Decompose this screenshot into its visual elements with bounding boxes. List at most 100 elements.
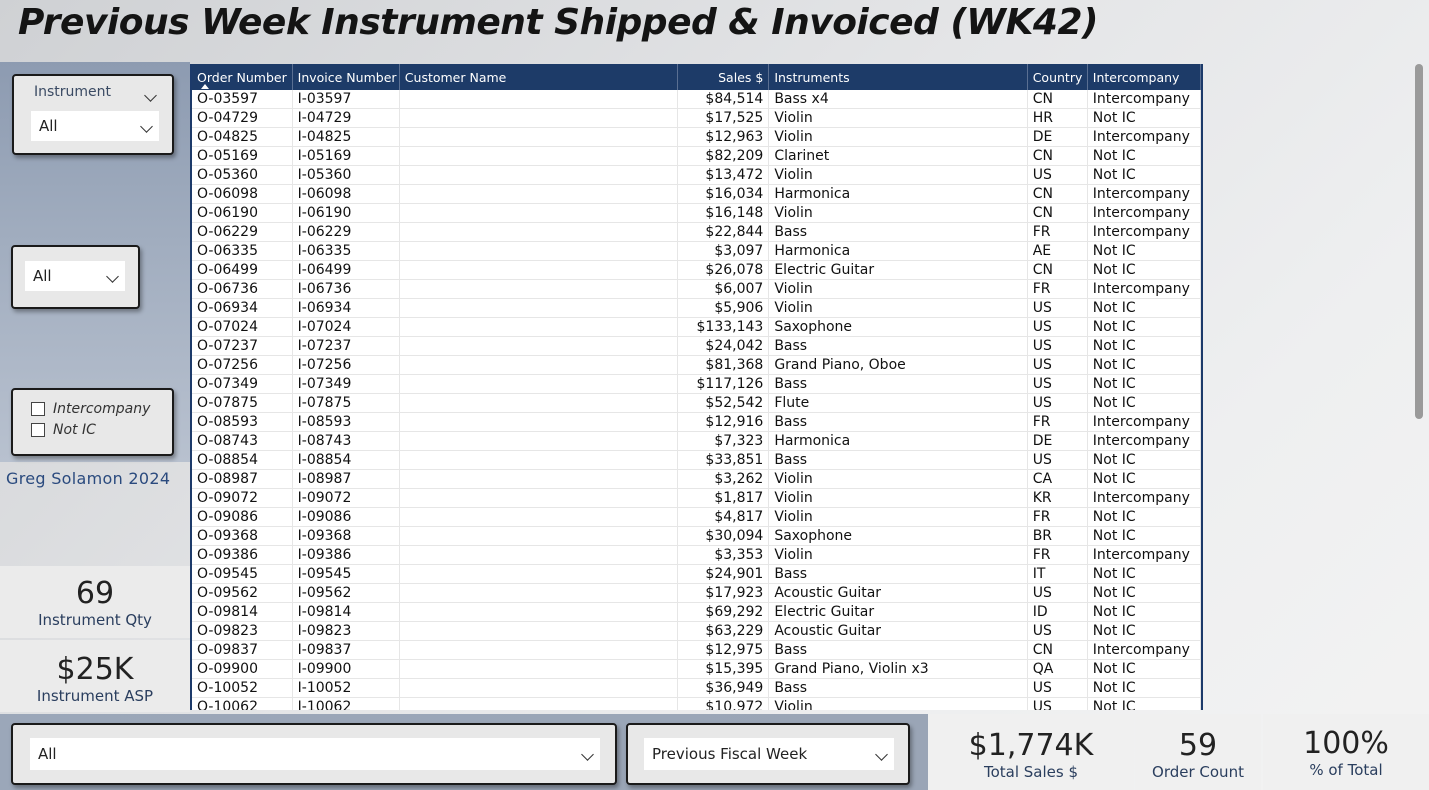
cell-instruments: Bass (768, 336, 1028, 356)
checkbox-icon[interactable] (31, 402, 45, 416)
cell-country: US (1027, 355, 1088, 375)
column-header-sales[interactable]: Sales $ (677, 64, 770, 90)
scrollbar-thumb[interactable] (1415, 64, 1423, 419)
column-header-invoice-number[interactable]: Invoice Number (292, 64, 400, 90)
cell-invoice-number: I-09823 (292, 621, 400, 641)
cell-invoice-number: I-06736 (292, 279, 400, 299)
cell-sales: $6,007 (677, 279, 770, 299)
period-dropdown[interactable]: Previous Fiscal Week (644, 738, 894, 770)
cell-country: DE (1027, 127, 1088, 147)
intercompany-option[interactable]: Intercompany (31, 401, 150, 417)
cell-invoice-number: I-09386 (292, 545, 400, 565)
cell-instruments: Violin (768, 488, 1028, 508)
cell-instruments: Bass (768, 374, 1028, 394)
bottom-left-dropdown[interactable]: All (30, 738, 600, 770)
table-scrollbar[interactable] (1415, 64, 1423, 710)
cell-invoice-number: I-06229 (292, 222, 400, 242)
category-dropdown-value: All (33, 267, 52, 285)
cell-intercompany: Not IC (1087, 678, 1201, 698)
column-header-country[interactable]: Country (1027, 64, 1088, 90)
kpi-label: Instrument ASP (36, 687, 154, 705)
cell-invoice-number: I-06098 (292, 184, 400, 204)
cell-customer-name (399, 431, 679, 451)
kpi-label: Order Count (1152, 763, 1244, 781)
table-row[interactable]: O-09900 I-09900 $15,395 Grand Piano, Violin… (192, 659, 1201, 679)
table-row[interactable]: O-05360 I-05360 $13,472 Violin US Not IC (192, 165, 1201, 185)
cell-country: US (1027, 298, 1088, 318)
cell-sales: $33,851 (677, 450, 770, 470)
table-row[interactable]: O-07875 I-07875 $52,542 Flute US Not IC (192, 393, 1201, 413)
cell-intercompany: Intercompany (1087, 203, 1201, 223)
table-row[interactable]: O-09823 I-09823 $63,229 Acoustic Guitar US No… (192, 621, 1201, 641)
chevron-down-icon (581, 745, 594, 763)
cell-customer-name (399, 488, 679, 508)
cell-country: CN (1027, 640, 1088, 660)
table-row[interactable]: O-07349 I-07349 $117,126 Bass US Not IC (192, 374, 1201, 394)
table-row[interactable]: O-06335 I-06335 $3,097 Harmonica AE Not IC (192, 241, 1201, 261)
cell-country: US (1027, 678, 1088, 698)
cell-order-number: O-04729 (192, 108, 293, 128)
table-row[interactable]: O-09072 I-09072 $1,817 Violin KR Intercompany (192, 488, 1201, 508)
cell-instruments: Bass (768, 412, 1028, 432)
table-row[interactable]: O-09562 I-09562 $17,923 Acoustic Guitar US No… (192, 583, 1201, 603)
column-header-order-number[interactable]: Order Number (192, 64, 293, 90)
cell-invoice-number: I-04825 (292, 127, 400, 147)
kpi-order-count: 59 Order Count (1135, 714, 1261, 790)
table-row[interactable]: O-08854 I-08854 $33,851 Bass US Not IC (192, 450, 1201, 470)
table-row[interactable]: O-07024 I-07024 $133,143 Saxophone US Not IC (192, 317, 1201, 337)
chevron-down-icon[interactable] (144, 85, 157, 104)
table-row[interactable]: O-05169 I-05169 $82,209 Clarinet CN Not IC (192, 146, 1201, 166)
table-row[interactable]: O-09368 I-09368 $30,094 Saxophone BR Not IC (192, 526, 1201, 546)
cell-order-number: O-03597 (192, 90, 293, 109)
table-row[interactable]: O-08593 I-08593 $12,916 Bass FR Intercompany (192, 412, 1201, 432)
column-header-instruments[interactable]: Instruments (768, 64, 1028, 90)
table-row[interactable]: O-06098 I-06098 $16,034 Harmonica CN Intercom… (192, 184, 1201, 204)
column-header-intercompany[interactable]: Intercompany (1087, 64, 1201, 90)
table-row[interactable]: O-03597 I-03597 $84,514 Bass x4 CN Intercompa… (192, 90, 1201, 109)
cell-customer-name (399, 203, 679, 223)
table-row[interactable]: O-09545 I-09545 $24,901 Bass IT Not IC (192, 564, 1201, 584)
kpi-label: Total Sales $ (983, 763, 1079, 781)
table-row[interactable]: O-06190 I-06190 $16,148 Violin CN Intercompan… (192, 203, 1201, 223)
not-ic-option[interactable]: Not IC (31, 422, 96, 438)
cell-intercompany: Not IC (1087, 260, 1201, 280)
table-row[interactable]: O-07237 I-07237 $24,042 Bass US Not IC (192, 336, 1201, 356)
table-row[interactable]: O-08987 I-08987 $3,262 Violin CA Not IC (192, 469, 1201, 489)
table-row[interactable]: O-07256 I-07256 $81,368 Grand Piano, Oboe US… (192, 355, 1201, 375)
table-row[interactable]: O-06229 I-06229 $22,844 Bass FR Intercompany (192, 222, 1201, 242)
table-row[interactable]: O-09814 I-09814 $69,292 Electric Guitar ID No… (192, 602, 1201, 622)
cell-order-number: O-09562 (192, 583, 293, 603)
table-row[interactable]: O-09086 I-09086 $4,817 Violin FR Not IC (192, 507, 1201, 527)
cell-intercompany: Not IC (1087, 659, 1201, 679)
table-row[interactable]: O-10062 I-10062 $10,972 Violin US Not IC (192, 697, 1201, 710)
table-row[interactable]: O-09837 I-09837 $12,975 Bass CN Intercompany (192, 640, 1201, 660)
cell-order-number: O-07237 (192, 336, 293, 356)
cell-instruments: Violin (768, 298, 1028, 318)
table-row[interactable]: O-04825 I-04825 $12,963 Violin DE Intercompan… (192, 127, 1201, 147)
cell-invoice-number: I-05169 (292, 146, 400, 166)
checkbox-icon[interactable] (31, 423, 45, 437)
cell-country: CN (1027, 184, 1088, 204)
table-row[interactable]: O-06736 I-06736 $6,007 Violin FR Intercompany (192, 279, 1201, 299)
cell-customer-name (399, 260, 679, 280)
cell-order-number: O-09386 (192, 545, 293, 565)
column-header-customer-name[interactable]: Customer Name (399, 64, 679, 90)
cell-sales: $36,949 (677, 678, 770, 698)
table-row[interactable]: O-06499 I-06499 $26,078 Electric Guitar CN No… (192, 260, 1201, 280)
cell-country: US (1027, 621, 1088, 641)
cell-customer-name (399, 336, 679, 356)
table-row[interactable]: O-04729 I-04729 $17,525 Violin HR Not IC (192, 108, 1201, 128)
cell-instruments: Violin (768, 127, 1028, 147)
cell-intercompany: Not IC (1087, 317, 1201, 337)
table-row[interactable]: O-08743 I-08743 $7,323 Harmonica DE Intercomp… (192, 431, 1201, 451)
cell-instruments: Harmonica (768, 431, 1028, 451)
table-row[interactable]: O-09386 I-09386 $3,353 Violin FR Intercompany (192, 545, 1201, 565)
cell-customer-name (399, 602, 679, 622)
table-row[interactable]: O-06934 I-06934 $5,906 Violin US Not IC (192, 298, 1201, 318)
cell-country: CN (1027, 260, 1088, 280)
instrument-dropdown[interactable]: All (31, 111, 159, 141)
kpi-value: 100% (1303, 726, 1389, 761)
page-title: Previous Week Instrument Shipped & Invoi… (18, 2, 1098, 43)
table-row[interactable]: O-10052 I-10052 $36,949 Bass US Not IC (192, 678, 1201, 698)
category-dropdown[interactable]: All (25, 261, 125, 291)
